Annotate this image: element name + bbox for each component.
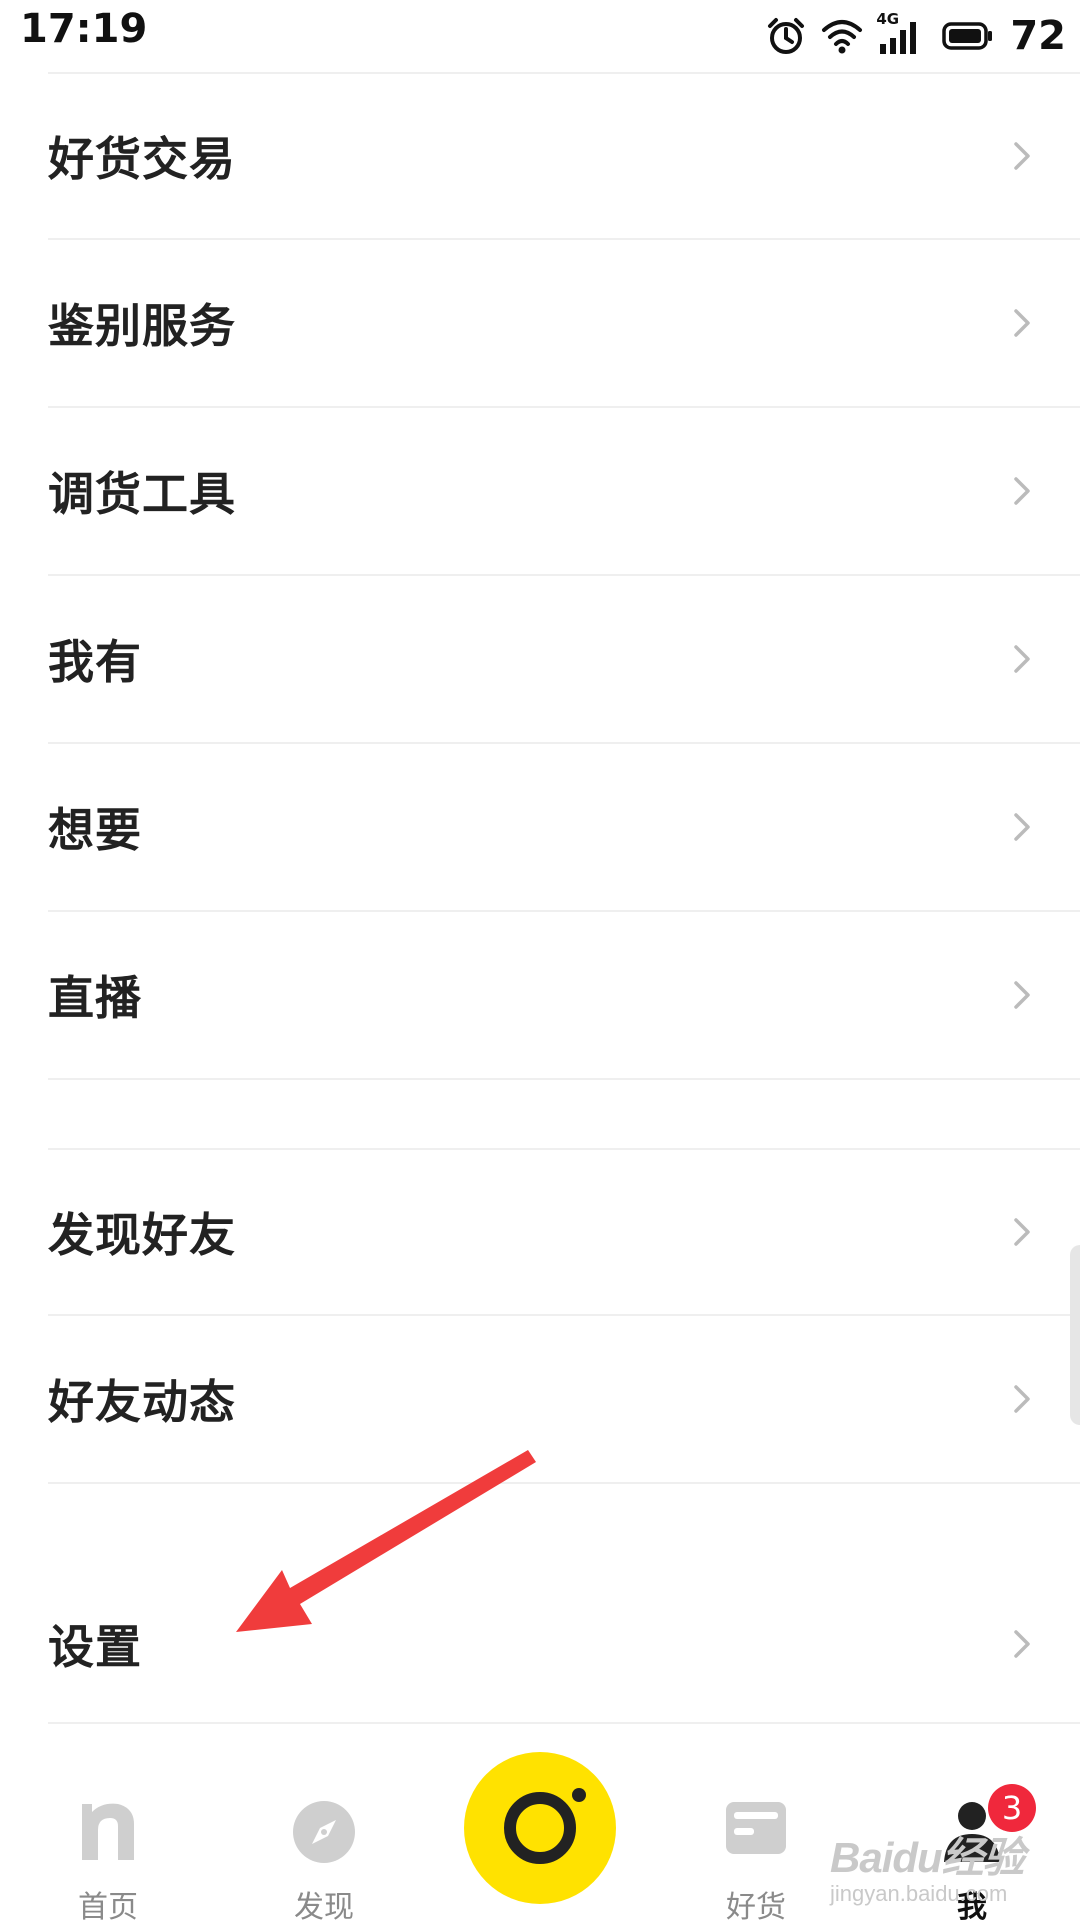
nav-discover-label: 发现 [294, 1890, 354, 1925]
menu-item-label: 想要 [48, 803, 142, 857]
signal-indicator: 4G [876, 10, 928, 56]
wifi-icon [822, 20, 863, 54]
menu-item-settings[interactable]: 设置 [48, 1484, 1080, 1724]
status-bar: 17:19 4G 72 [0, 0, 1080, 72]
watermark: Baidu经验 jingyan.baidu.com [830, 1824, 1070, 1907]
chevron-right-icon [1014, 645, 1030, 673]
signal-icon [880, 22, 917, 54]
wallet-icon [726, 1802, 786, 1854]
chevron-right-icon [1014, 309, 1030, 337]
nav-home[interactable]: 首页 [38, 1800, 178, 1925]
battery-level: 72 [1010, 13, 1066, 59]
menu-item-label: 发现好友 [48, 1208, 236, 1262]
status-time: 17:19 [20, 6, 148, 52]
battery-icon [942, 22, 993, 50]
menu-item-label: 好友动态 [48, 1375, 236, 1429]
menu-item-want[interactable]: 想要 [48, 744, 1080, 912]
menu-item-authentication[interactable]: 鉴别服务 [48, 240, 1080, 408]
camera-icon [504, 1792, 576, 1864]
menu-item-find-friends[interactable]: 发现好友 [48, 1148, 1080, 1316]
nav-discover[interactable]: 发现 [254, 1800, 394, 1925]
home-n-icon [82, 1803, 134, 1860]
menu-item-label: 好货交易 [48, 132, 236, 186]
menu-item-label: 设置 [48, 1620, 142, 1674]
nav-goods[interactable]: 好货 [686, 1800, 826, 1925]
menu-item-live[interactable]: 直播 [48, 912, 1080, 1080]
chevron-right-icon [1014, 1218, 1030, 1246]
chevron-right-icon [1014, 477, 1030, 505]
nav-home-label: 首页 [78, 1890, 138, 1925]
chevron-right-icon [1014, 1630, 1030, 1658]
status-icons: 4G 72 [766, 8, 1066, 64]
menu-item-label: 鉴别服务 [48, 299, 236, 353]
watermark-logo: Baidu经验 [830, 1834, 1025, 1881]
nav-goods-label: 好货 [726, 1890, 786, 1925]
compass-icon [293, 1801, 355, 1863]
menu-item-stock-tool[interactable]: 调货工具 [48, 408, 1080, 576]
menu-item-trade[interactable]: 好货交易 [48, 72, 1080, 240]
chevron-right-icon [1014, 813, 1030, 841]
menu-item-label: 调货工具 [48, 467, 236, 521]
alarm-icon [768, 18, 805, 54]
menu-item-have[interactable]: 我有 [48, 576, 1080, 744]
watermark-url: jingyan.baidu.com [830, 1881, 1008, 1906]
chevron-right-icon [1014, 142, 1030, 170]
menu-item-label: 我有 [48, 635, 142, 689]
camera-dot [572, 1788, 586, 1802]
chevron-right-icon [1014, 981, 1030, 1009]
chevron-right-icon [1014, 1385, 1030, 1413]
camera-button[interactable] [464, 1752, 616, 1904]
menu-item-friend-feed[interactable]: 好友动态 [48, 1316, 1080, 1484]
side-scroll-handle[interactable] [1070, 1245, 1080, 1425]
menu-item-label: 直播 [48, 971, 142, 1025]
